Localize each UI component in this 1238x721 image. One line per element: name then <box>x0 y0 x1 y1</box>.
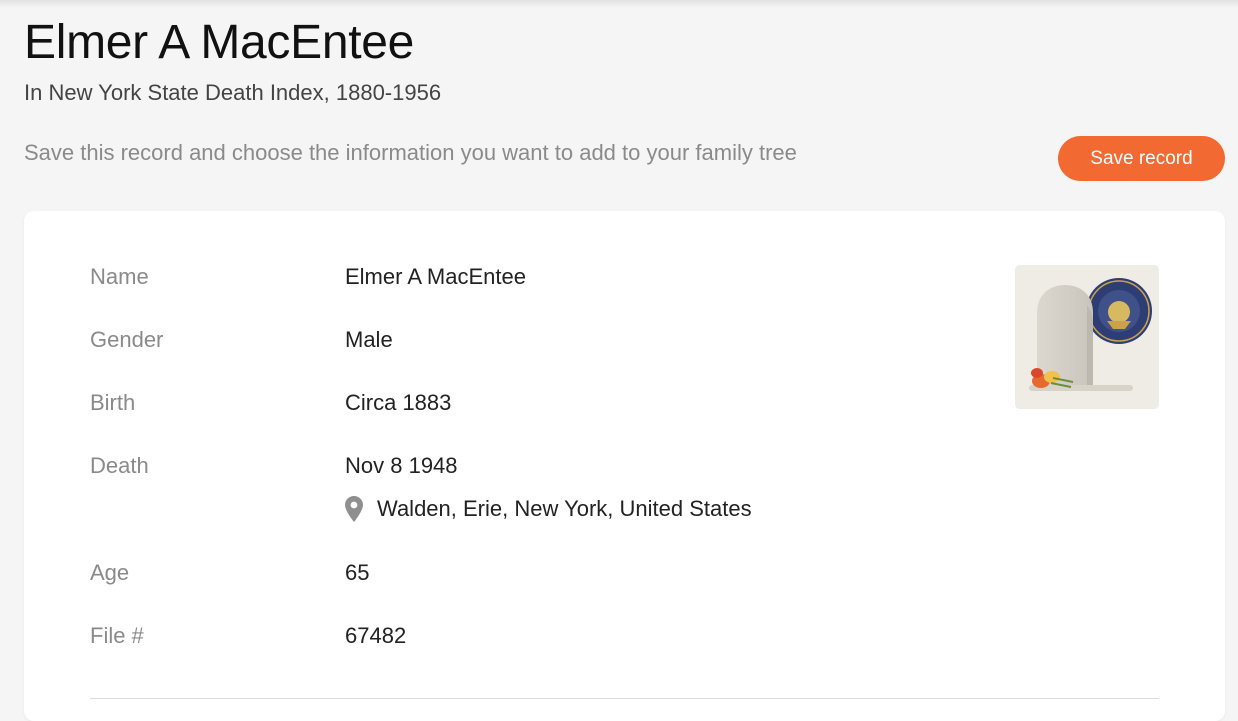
death-place-row: Walden, Erie, New York, United States <box>345 496 752 522</box>
death-place-value: Walden, Erie, New York, United States <box>377 496 752 521</box>
death-date-value: Nov 8 1948 <box>345 453 458 478</box>
gender-value: Male <box>345 327 393 352</box>
age-value: 65 <box>345 560 370 585</box>
record-card: Name Elmer A MacEntee Gender Male Birth … <box>24 211 1225 721</box>
gravestone-seal-icon <box>1015 265 1159 409</box>
birth-label: Birth <box>90 390 136 415</box>
location-pin-icon <box>345 496 363 522</box>
record-thumbnail[interactable] <box>1015 265 1159 409</box>
name-value: Elmer A MacEntee <box>345 264 526 289</box>
file-number-label: File # <box>90 623 144 648</box>
birth-value: Circa 1883 <box>345 390 452 415</box>
save-hint-text: Save this record and choose the informat… <box>24 140 797 165</box>
file-number-value: 67482 <box>345 623 407 648</box>
age-label: Age <box>90 560 130 585</box>
name-label: Name <box>90 264 149 289</box>
save-record-button[interactable]: Save record <box>1058 136 1225 181</box>
card-divider <box>90 698 1159 699</box>
gender-label: Gender <box>90 327 164 352</box>
death-label: Death <box>90 453 149 478</box>
top-shadow <box>0 0 1238 8</box>
collection-subtitle: In New York State Death Index, 1880-1956 <box>24 80 442 105</box>
page-title: Elmer A MacEntee <box>24 16 415 69</box>
